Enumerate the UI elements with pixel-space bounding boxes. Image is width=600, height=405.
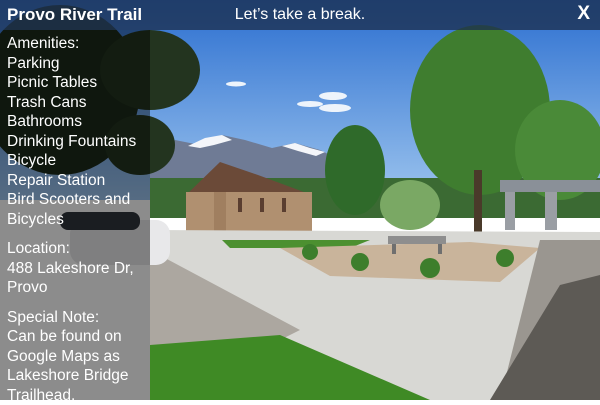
amenity-item: Bird Scooters and (7, 190, 149, 210)
info-panel: Amenities: Parking Picnic Tables Trash C… (0, 30, 150, 400)
section-gap (7, 229, 149, 239)
location-line: 488 Lakeshore Dr, (7, 259, 149, 279)
break-message: Let’s take a break. (0, 6, 600, 24)
amenity-item: Drinking Fountains (7, 132, 149, 152)
amenity-item: Bicycle (7, 151, 149, 171)
close-button[interactable]: X (577, 3, 590, 25)
amenity-item: Bicycles (7, 210, 149, 230)
section-gap (7, 298, 149, 308)
note-line: Google Maps as (7, 347, 149, 367)
location-line: Provo (7, 278, 149, 298)
amenity-item: Bathrooms (7, 112, 149, 132)
note-line: Trailhead. (7, 386, 149, 405)
amenities-heading: Amenities: (7, 34, 149, 54)
amenity-item: Repair Station (7, 171, 149, 191)
amenity-item: Trash Cans (7, 93, 149, 113)
note-line: Can be found on (7, 327, 149, 347)
location-heading: Location: (7, 239, 149, 259)
note-line: Lakeshore Bridge (7, 366, 149, 386)
note-heading: Special Note: (7, 308, 149, 328)
amenity-item: Parking (7, 54, 149, 74)
header-bar: Provo River Trail Let’s take a break. X (0, 0, 600, 30)
amenity-item: Picnic Tables (7, 73, 149, 93)
